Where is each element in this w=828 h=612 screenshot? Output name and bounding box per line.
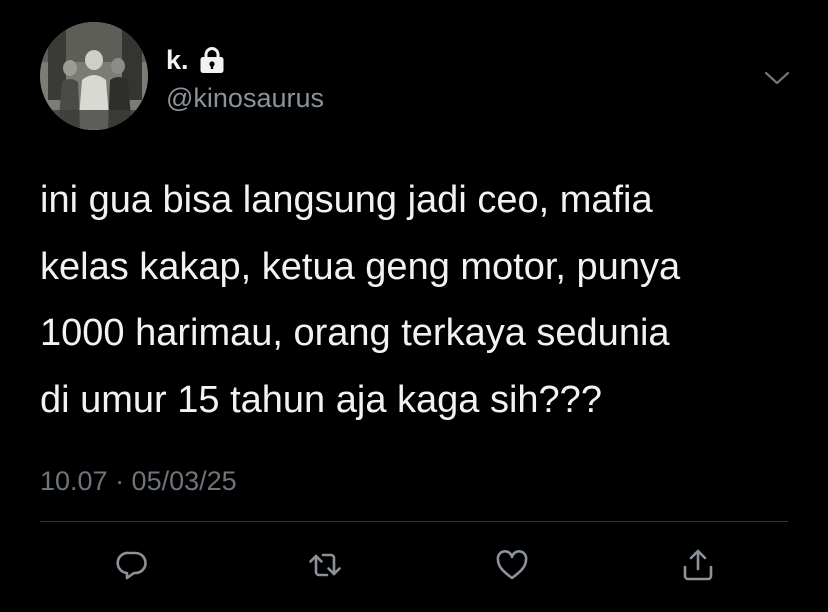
tweet-text: ini gua bisa langsung jadi ceo, mafia ke… <box>40 179 681 421</box>
divider <box>40 521 788 522</box>
tweet-detail: k. @kinosaurus ini gua bisa langsung jad… <box>0 0 828 612</box>
lock-icon <box>199 46 225 74</box>
retweet-icon[interactable] <box>307 547 343 583</box>
reply-icon[interactable] <box>114 547 150 583</box>
avatar[interactable] <box>40 22 148 130</box>
chevron-down-icon[interactable] <box>764 70 790 86</box>
display-name[interactable]: k. <box>166 44 225 76</box>
share-icon[interactable] <box>680 547 716 583</box>
tweet-timestamp[interactable]: 10.07 · 05/03/25 <box>40 463 237 499</box>
avatar-photo <box>40 22 148 130</box>
display-name-text: k. <box>166 45 189 75</box>
heart-icon[interactable] <box>494 547 530 583</box>
username[interactable]: @kinosaurus <box>166 82 324 114</box>
